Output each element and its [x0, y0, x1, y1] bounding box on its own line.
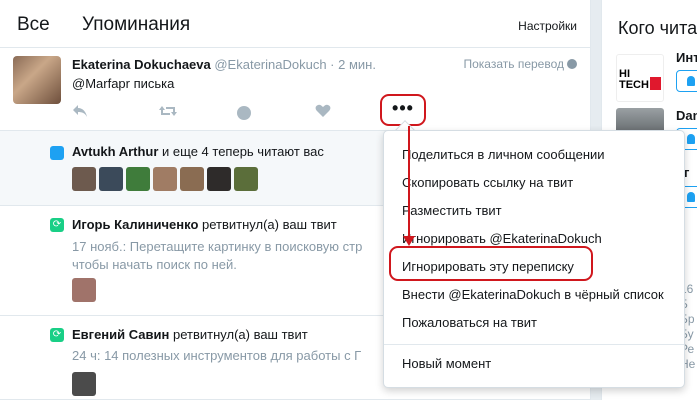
- avatar[interactable]: [180, 167, 204, 191]
- moment-icon[interactable]: [237, 106, 251, 120]
- avatar[interactable]: [234, 167, 258, 191]
- follower-name[interactable]: Avtukh Arthur: [72, 144, 158, 159]
- avatar[interactable]: [207, 167, 231, 191]
- annotation-arrow: [408, 126, 410, 239]
- avatar[interactable]: [72, 278, 96, 302]
- tweet[interactable]: Ekaterina Dokuchaeva @EkaterinaDokuch · …: [0, 48, 590, 131]
- svg-text:TECH: TECH: [619, 79, 649, 91]
- tweet-header: Ekaterina Dokuchaeva @EkaterinaDokuch · …: [72, 57, 376, 72]
- notification-text: Avtukh Arthur и еще 4 теперь читают вас: [72, 144, 324, 159]
- avatar[interactable]: [99, 167, 123, 191]
- tweet-preview-line: чтобы начать поиск по ней.: [72, 257, 237, 272]
- notification-text: Игорь Калиниченко ретвитнул(а) ваш твит: [72, 217, 337, 232]
- translate-link[interactable]: Показать перевод: [463, 57, 577, 71]
- heart-icon[interactable]: [315, 104, 331, 121]
- suggested-user-name[interactable]: Инт: [676, 50, 697, 65]
- author-name[interactable]: Ekaterina Dokuchaeva: [72, 57, 211, 72]
- avatar[interactable]: [72, 167, 96, 191]
- notification-text: Евгений Савин ретвитнул(а) ваш твит: [72, 327, 308, 342]
- avatar[interactable]: [153, 167, 177, 191]
- retweet-icon[interactable]: [158, 104, 178, 121]
- user-icon: [50, 146, 64, 160]
- tweet-preview-line: 17 нояб.: Перетащите картинку в поискову…: [72, 239, 363, 254]
- annotation-arrow-head: [403, 236, 415, 246]
- menu-item-report[interactable]: Пожаловаться на твит: [402, 315, 537, 330]
- follower-avatars: [72, 167, 261, 191]
- translate-label: Показать перевод: [463, 57, 564, 71]
- reply-icon[interactable]: [72, 104, 88, 121]
- notifications-tabs: Все Упоминания Настройки: [0, 0, 590, 48]
- retweet-rest: ретвитнул(а) ваш твит: [169, 327, 308, 342]
- retweet-icon: ⟳: [50, 328, 64, 342]
- tweet-time[interactable]: · 2 мин.: [327, 57, 376, 72]
- retweeter-name[interactable]: Игорь Калиниченко: [72, 217, 198, 232]
- retweeter-name[interactable]: Евгений Савин: [72, 327, 169, 342]
- tab-all[interactable]: Все: [17, 14, 50, 36]
- suggested-user-name[interactable]: Dan: [676, 108, 697, 123]
- settings-link[interactable]: Настройки: [518, 19, 577, 33]
- annotation-highlight: [389, 246, 593, 281]
- menu-item-copy-link[interactable]: Скопировать ссылку на твит: [402, 175, 573, 190]
- avatar[interactable]: [13, 56, 61, 104]
- menu-item-block[interactable]: Внести @EkaterinaDokuch в чёрный список: [402, 287, 664, 302]
- tweet-preview-line: 24 ч: 14 полезных инструментов для работ…: [72, 348, 362, 363]
- follow-rest: и еще 4 теперь читают вас: [158, 144, 324, 159]
- retweet-icon: ⟳: [50, 218, 64, 232]
- tab-mentions[interactable]: Упоминания: [82, 14, 190, 36]
- author-handle[interactable]: @EkaterinaDokuch: [214, 57, 326, 72]
- avatar[interactable]: HI TECH: [616, 54, 664, 102]
- tweet-text: @Marfapr писька: [72, 76, 175, 91]
- panel-title: Кого читат: [618, 18, 697, 38]
- follow-button[interactable]: [676, 70, 697, 92]
- avatar[interactable]: [126, 167, 150, 191]
- tweet-actions: [72, 102, 432, 124]
- menu-item-embed[interactable]: Разместить твит: [402, 203, 502, 218]
- retweet-rest: ретвитнул(а) ваш твит: [198, 217, 337, 232]
- globe-icon: [567, 59, 577, 69]
- menu-item-new-moment[interactable]: Новый момент: [402, 356, 491, 371]
- avatar[interactable]: [72, 372, 96, 396]
- menu-item-share-dm[interactable]: Поделиться в личном сообщении: [402, 147, 605, 162]
- menu-item-mute-user[interactable]: Игнорировать @EkaterinaDokuch: [402, 231, 602, 246]
- menu-divider: [384, 344, 684, 345]
